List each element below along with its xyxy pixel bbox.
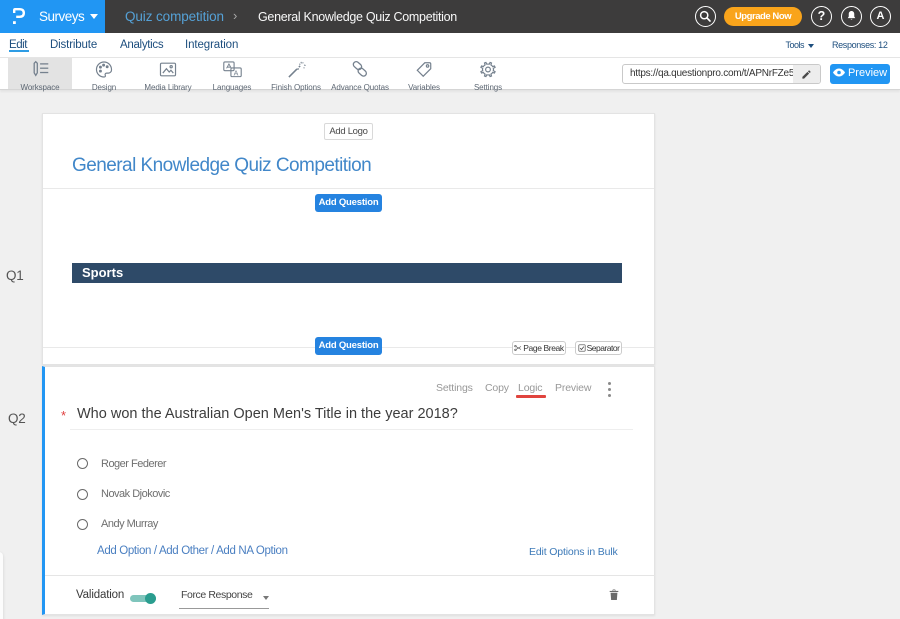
svg-text:A: A (233, 69, 238, 77)
